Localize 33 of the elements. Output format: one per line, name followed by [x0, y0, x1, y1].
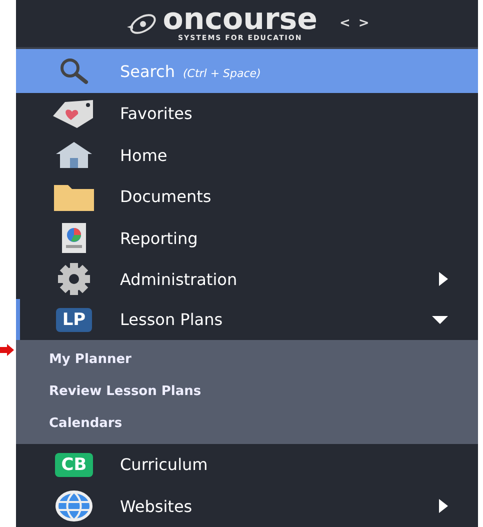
globe-icon — [55, 490, 93, 522]
menu-item[interactable]: Administration — [16, 258, 478, 300]
house-icon — [54, 140, 94, 170]
collapse-arrow[interactable]: < — [339, 16, 350, 32]
menu-item[interactable]: Websites — [16, 485, 478, 527]
submenu-item[interactable]: Review Lesson Plans — [16, 376, 478, 408]
search-icon — [59, 57, 89, 86]
menu-item[interactable]: Reporting — [16, 217, 478, 259]
menu-label: Administration — [120, 270, 238, 289]
menu-label: Favorites — [120, 104, 194, 124]
menu-item[interactable]: Documents — [16, 176, 478, 218]
logo-wordmark: oncourse — [162, 5, 318, 36]
badge-icon: LP — [56, 308, 92, 332]
caret-right-icon[interactable] — [438, 499, 448, 514]
menu-item[interactable]: CB Curriculum — [16, 444, 478, 486]
caret-down-icon[interactable] — [432, 314, 448, 325]
menu-label: Lesson Plans — [120, 310, 224, 330]
caret-right-icon[interactable] — [438, 272, 448, 286]
menu-label: Curriculum — [120, 455, 209, 474]
menu-item[interactable]: Home — [16, 134, 478, 176]
submenu-item[interactable]: Calendars — [16, 408, 478, 440]
menu-label: Reporting — [120, 228, 199, 248]
menu-label: Websites — [120, 496, 194, 516]
badge-icon: CB — [55, 452, 93, 477]
report-icon — [59, 222, 89, 254]
menu-label: Documents — [120, 187, 212, 206]
menu-label: Search (Ctrl + Space) — [120, 62, 262, 81]
menu-label: Home — [120, 146, 168, 165]
pointer-arrow-icon — [0, 344, 14, 356]
menu-item[interactable]: Favorites — [16, 92, 478, 134]
expand-arrow[interactable]: > — [358, 16, 370, 32]
gear-icon — [57, 262, 91, 296]
submenu-item[interactable]: My Planner — [16, 344, 478, 376]
